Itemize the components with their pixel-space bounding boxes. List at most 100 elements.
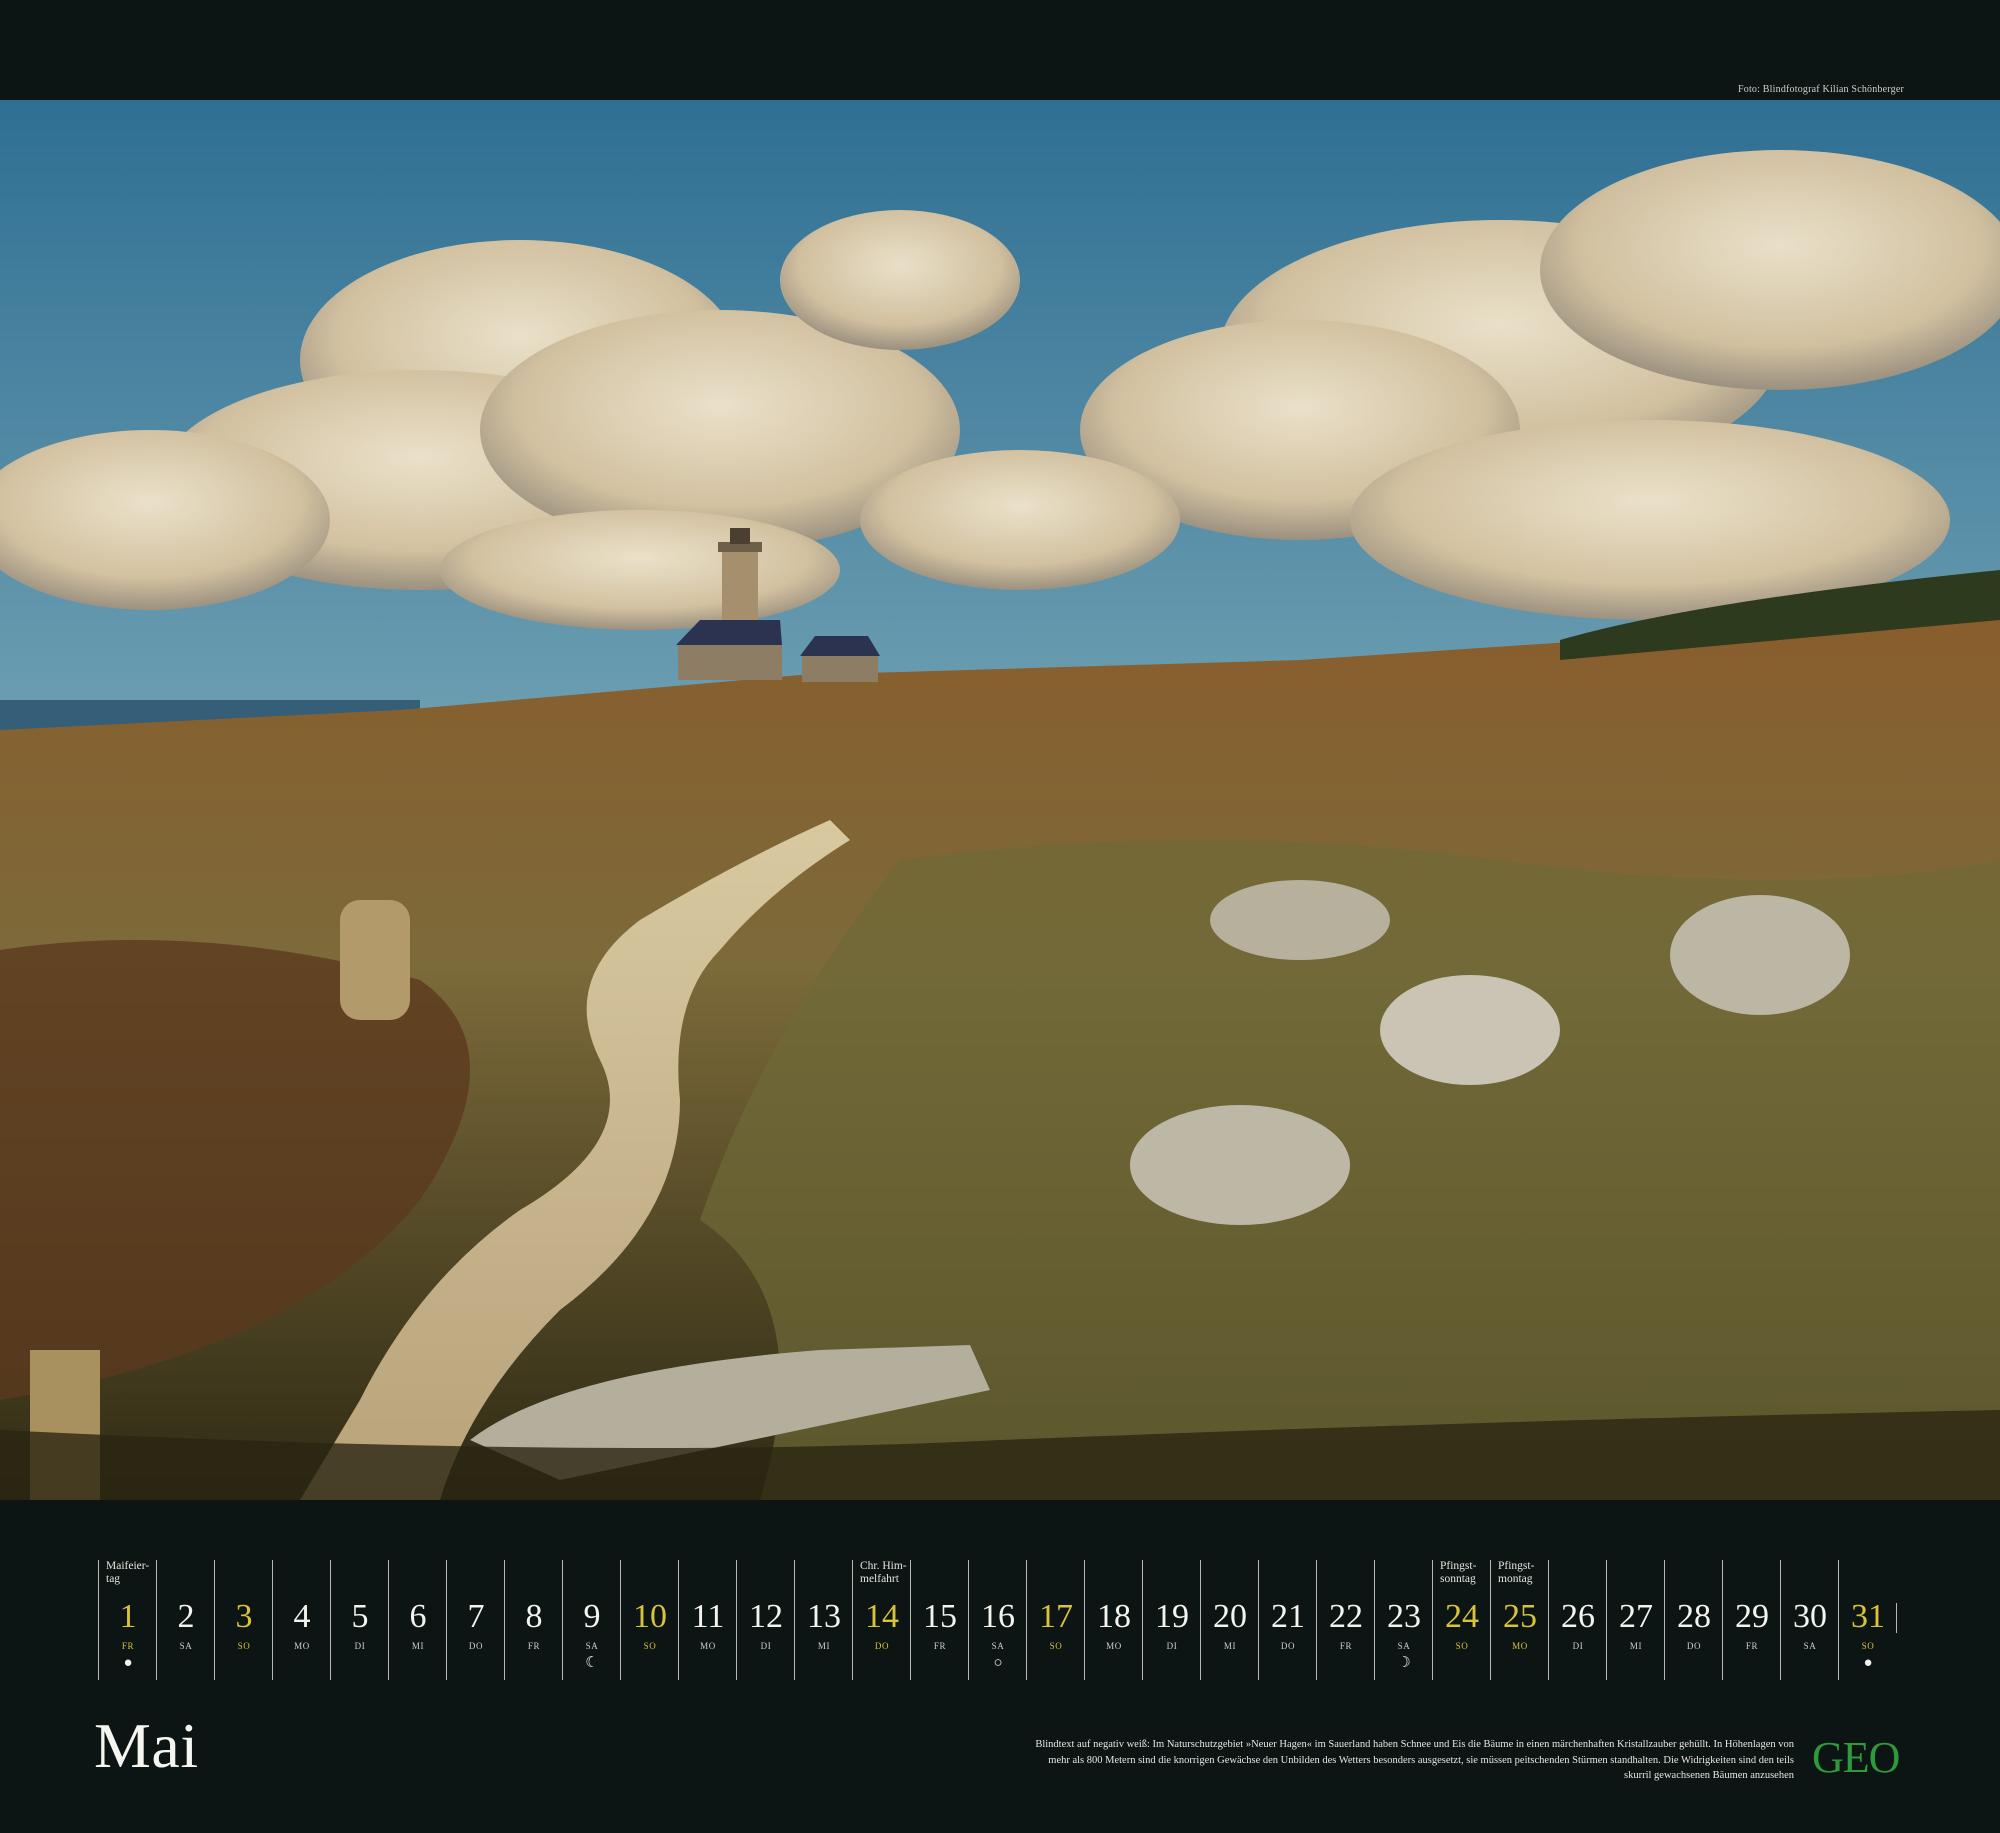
weekday-label: DI [1166,1641,1178,1651]
landscape-photo [0,100,2000,1500]
weekday-label: MO [294,1641,310,1651]
day-number: 22 [1329,1598,1363,1635]
weekday-label: MI [817,1641,831,1651]
weekday-label: DO [874,1641,890,1651]
weekday-label: MI [411,1641,425,1651]
weekday-label: FR [1745,1641,1759,1651]
day-number: 14 [865,1598,899,1635]
day-number: 17 [1039,1598,1073,1635]
calendar-day: 4 MO [272,1560,331,1680]
weekday-label: SA [1803,1641,1817,1651]
weekday-label: MI [1223,1641,1237,1651]
calendar-day: 11 MO [678,1560,737,1680]
weekday-label: SO [643,1641,657,1651]
day-number: 8 [525,1598,543,1635]
day-number: 1 [119,1598,137,1635]
day-number: 16 [981,1598,1015,1635]
calendar-day: Maifeier- tag 1 FR ● [98,1560,157,1680]
moon-phase-icon: ● [123,1655,133,1671]
calendar-strip: Maifeier- tag 1 FR ● 2 SA 3 SO 4 MO 5 DI 6 MI 7 DO 8 FR 9 S… [98,1560,1898,1680]
calendar-day: 23 SA ☽ [1374,1560,1433,1680]
weekday-label: SA [991,1641,1005,1651]
weekday-label: FR [933,1641,947,1651]
day-number: 28 [1677,1598,1711,1635]
day-number: 6 [409,1598,427,1635]
moon-phase-icon: ☾ [585,1655,599,1671]
day-number: 18 [1097,1598,1131,1635]
calendar-day: 22 FR [1316,1560,1375,1680]
weekday-label: SO [1861,1641,1875,1651]
day-number: 25 [1503,1598,1537,1635]
calendar-day: 26 DI [1548,1560,1607,1680]
weekday-label: DI [1572,1641,1584,1651]
calendar-day: 28 DO [1664,1560,1723,1680]
calendar-day: 17 SO [1026,1560,1085,1680]
calendar-day: 27 MI [1606,1560,1665,1680]
weekday-label: DO [1280,1641,1296,1651]
weekday-label: SA [1397,1641,1411,1651]
weekday-label: DO [468,1641,484,1651]
day-number: 24 [1445,1598,1479,1635]
calendar-day: 6 MI [388,1560,447,1680]
day-number: 12 [749,1598,783,1635]
weekday-label: SA [585,1641,599,1651]
calendar-day: Pfingst- sonntag 24 SO [1432,1560,1491,1680]
geo-logo: GEO [1812,1733,1900,1782]
caption-text: Blindtext auf negativ weiß: Im Naturschu… [1035,1739,1794,1781]
calendar-day: 7 DO [446,1560,505,1680]
weekday-label: MO [700,1641,716,1651]
day-number: 3 [235,1598,253,1635]
weekday-label: FR [527,1641,541,1651]
calendar-day: 13 MI [794,1560,853,1680]
weekday-label: SO [237,1641,251,1651]
day-number: 21 [1271,1598,1305,1635]
calendar-day: 31 SO ● [1838,1560,1897,1680]
calendar-day: 21 DO [1258,1560,1317,1680]
day-number: 27 [1619,1598,1653,1635]
calendar-day: 2 SA [156,1560,215,1680]
calendar-day: 9 SA ☾ [562,1560,621,1680]
weekday-label: FR [1339,1641,1353,1651]
weekday-label: SA [179,1641,193,1651]
moon-phase-icon: ● [1863,1655,1873,1671]
weekday-label: DI [760,1641,772,1651]
weekday-label: SO [1455,1641,1469,1651]
month-title: Mai [94,1710,199,1781]
day-number: 31 [1851,1598,1885,1635]
moon-phase-icon: ○ [993,1655,1003,1671]
day-number: 30 [1793,1598,1827,1635]
calendar-day: 18 MO [1084,1560,1143,1680]
day-number: 26 [1561,1598,1595,1635]
moon-phase-icon: ☽ [1397,1655,1411,1671]
day-number: 20 [1213,1598,1247,1635]
day-number: 13 [807,1598,841,1635]
calendar-day: 29 FR [1722,1560,1781,1680]
calendar-day: 30 SA [1780,1560,1839,1680]
calendar-day: 19 DI [1142,1560,1201,1680]
day-number: 15 [923,1598,957,1635]
day-number: 19 [1155,1598,1189,1635]
weekday-label: MO [1106,1641,1122,1651]
calendar-day: 5 DI [330,1560,389,1680]
weekday-label: MI [1629,1641,1643,1651]
calendar-end-divider [1896,1603,1897,1633]
calendar-day: 20 MI [1200,1560,1259,1680]
day-number: 23 [1387,1598,1421,1635]
weekday-label: DI [354,1641,366,1651]
weekday-label: DO [1686,1641,1702,1651]
day-number: 10 [633,1598,667,1635]
calendar-day: 16 SA ○ [968,1560,1027,1680]
day-number: 29 [1735,1598,1769,1635]
calendar-day: 12 DI [736,1560,795,1680]
weekday-label: MO [1512,1641,1528,1651]
day-number: 9 [583,1598,601,1635]
weekday-label: SO [1049,1641,1063,1651]
calendar-day: Chr. Him- melfahrt 14 DO [852,1560,911,1680]
calendar-day: 15 FR [910,1560,969,1680]
day-number: 11 [691,1598,725,1635]
calendar-day: Pfingst- montag 25 MO [1490,1560,1549,1680]
day-number: 4 [293,1598,311,1635]
day-number: 5 [351,1598,369,1635]
photo-credit: Foto: Blindfotograf Kilian Schönberger [1737,84,1904,95]
calendar-day: 8 FR [504,1560,563,1680]
